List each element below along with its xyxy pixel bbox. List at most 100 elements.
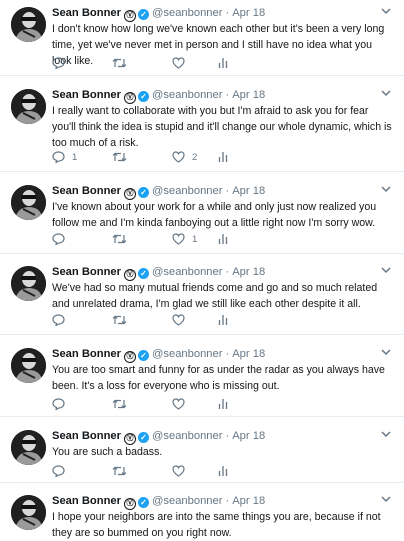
tweet-date[interactable]: Apr 18 [232, 7, 265, 19]
reply-icon [52, 57, 65, 69]
like-button[interactable] [172, 464, 192, 478]
tweet-date[interactable]: Apr 18 [232, 495, 265, 507]
verified-icon: ✓ [138, 268, 150, 279]
avatar[interactable] [11, 266, 46, 301]
like-icon [172, 314, 185, 326]
tweet-text: You are too smart and funny for as under… [52, 364, 385, 392]
reply-button[interactable] [52, 313, 72, 327]
analytics-button[interactable] [218, 397, 228, 411]
analytics-button[interactable] [218, 56, 228, 70]
like-icon [172, 398, 185, 410]
reply-button[interactable] [52, 464, 72, 478]
reply-icon [52, 314, 65, 326]
analytics-button[interactable] [218, 313, 228, 327]
retweet-button[interactable] [112, 56, 134, 70]
verified-icon: ✓ [138, 497, 150, 508]
separator: · [225, 348, 230, 360]
analytics-button[interactable] [218, 232, 228, 246]
like-button[interactable]: 1 [172, 232, 197, 246]
tweet[interactable]: Sean Bonner Ⓥ ✓ @seanbonner · Apr 18 I don't … [0, 4, 404, 70]
reply-button[interactable] [52, 232, 72, 246]
author-name[interactable]: Sean Bonner [52, 7, 121, 19]
like-button[interactable] [172, 56, 192, 70]
reply-button[interactable]: 1 [52, 150, 77, 164]
tweet-actions [52, 397, 382, 411]
author-name[interactable]: Sean Bonner [52, 266, 121, 278]
tweet-header: Sean Bonner Ⓥ ✓ @seanbonner · Apr 18 [52, 183, 394, 200]
avatar[interactable] [11, 185, 46, 220]
verified-icon: ✓ [138, 187, 150, 198]
chevron-down-icon[interactable] [379, 263, 393, 277]
retweet-button[interactable] [112, 232, 134, 246]
author-handle[interactable]: @seanbonner [152, 430, 222, 442]
author-handle[interactable]: @seanbonner [152, 348, 222, 360]
tweet[interactable]: Sean Bonner Ⓥ ✓ @seanbonner · Apr 18 You are … [0, 345, 404, 411]
retweet-button[interactable] [112, 313, 134, 327]
tweet-actions: 1 2 [52, 150, 382, 164]
avatar[interactable] [11, 495, 46, 530]
author-handle[interactable]: @seanbonner [152, 266, 222, 278]
separator: · [225, 266, 230, 278]
chevron-down-icon[interactable] [379, 86, 393, 100]
retweet-icon [112, 152, 127, 162]
chevron-down-icon[interactable] [379, 492, 393, 506]
tweet[interactable]: Sean Bonner Ⓥ ✓ @seanbonner · Apr 18 You are … [0, 427, 404, 477]
analytics-icon [218, 466, 228, 476]
tweet-actions [52, 464, 382, 478]
tweet[interactable]: Sean Bonner Ⓥ ✓ @seanbonner · Apr 18 We've ha… [0, 263, 404, 329]
tweet[interactable]: Sean Bonner Ⓥ ✓ @seanbonner · Apr 18 I've kno… [0, 182, 404, 248]
author-name[interactable]: Sean Bonner [52, 348, 121, 360]
tweet-date[interactable]: Apr 18 [232, 89, 265, 101]
author-handle[interactable]: @seanbonner [152, 495, 222, 507]
like-button[interactable] [172, 313, 192, 327]
author-handle[interactable]: @seanbonner [152, 7, 222, 19]
divider [0, 416, 404, 417]
analytics-icon [218, 152, 228, 162]
divider [0, 253, 404, 254]
analytics-button[interactable] [218, 464, 228, 478]
tweet-date[interactable]: Apr 18 [232, 185, 265, 197]
analytics-icon [218, 234, 228, 244]
tweet-date[interactable]: Apr 18 [232, 266, 265, 278]
tweet-date[interactable]: Apr 18 [232, 348, 265, 360]
retweet-button[interactable] [112, 150, 134, 164]
author-name[interactable]: Sean Bonner [52, 430, 121, 442]
tweet-header: Sean Bonner Ⓥ ✓ @seanbonner · Apr 18 [52, 87, 394, 104]
tweet[interactable]: Sean Bonner Ⓥ ✓ @seanbonner · Apr 18 I really… [0, 86, 404, 170]
chevron-down-icon[interactable] [379, 345, 393, 359]
tweet-date[interactable]: Apr 18 [232, 430, 265, 442]
separator: · [225, 7, 230, 19]
separator: · [225, 430, 230, 442]
analytics-button[interactable] [218, 150, 228, 164]
author-name[interactable]: Sean Bonner [52, 495, 121, 507]
author-name[interactable]: Sean Bonner [52, 185, 121, 197]
retweet-icon [112, 399, 127, 409]
reply-icon [52, 465, 65, 477]
retweet-icon [112, 58, 127, 68]
like-button[interactable] [172, 397, 192, 411]
tweet-feed: Sean Bonner Ⓥ ✓ @seanbonner · Apr 18 I don't … [0, 0, 404, 540]
reply-button[interactable] [52, 56, 72, 70]
retweet-button[interactable] [112, 464, 134, 478]
chevron-down-icon[interactable] [379, 182, 393, 196]
tweet-header: Sean Bonner Ⓥ ✓ @seanbonner · Apr 18 [52, 428, 394, 445]
avatar[interactable] [11, 7, 46, 42]
reply-icon [52, 151, 65, 163]
chevron-down-icon[interactable] [379, 427, 393, 441]
avatar[interactable] [11, 89, 46, 124]
tweet[interactable]: Sean Bonner Ⓥ ✓ @seanbonner · Apr 18 I hope y… [0, 492, 404, 540]
author-name[interactable]: Sean Bonner [52, 89, 121, 101]
reply-button[interactable] [52, 397, 72, 411]
author-handle[interactable]: @seanbonner [152, 89, 222, 101]
like-button[interactable]: 2 [172, 150, 197, 164]
tweet-text: We've had so many mutual friends come an… [52, 282, 378, 310]
reply-count: 1 [72, 151, 78, 163]
author-handle[interactable]: @seanbonner [152, 185, 222, 197]
retweet-button[interactable] [112, 397, 134, 411]
tweet-actions: 1 [52, 232, 382, 246]
avatar[interactable] [11, 348, 46, 383]
tweet-actions [52, 56, 382, 70]
chevron-down-icon[interactable] [379, 4, 393, 18]
avatar[interactable] [11, 430, 46, 465]
verified-icon: ✓ [138, 9, 150, 20]
